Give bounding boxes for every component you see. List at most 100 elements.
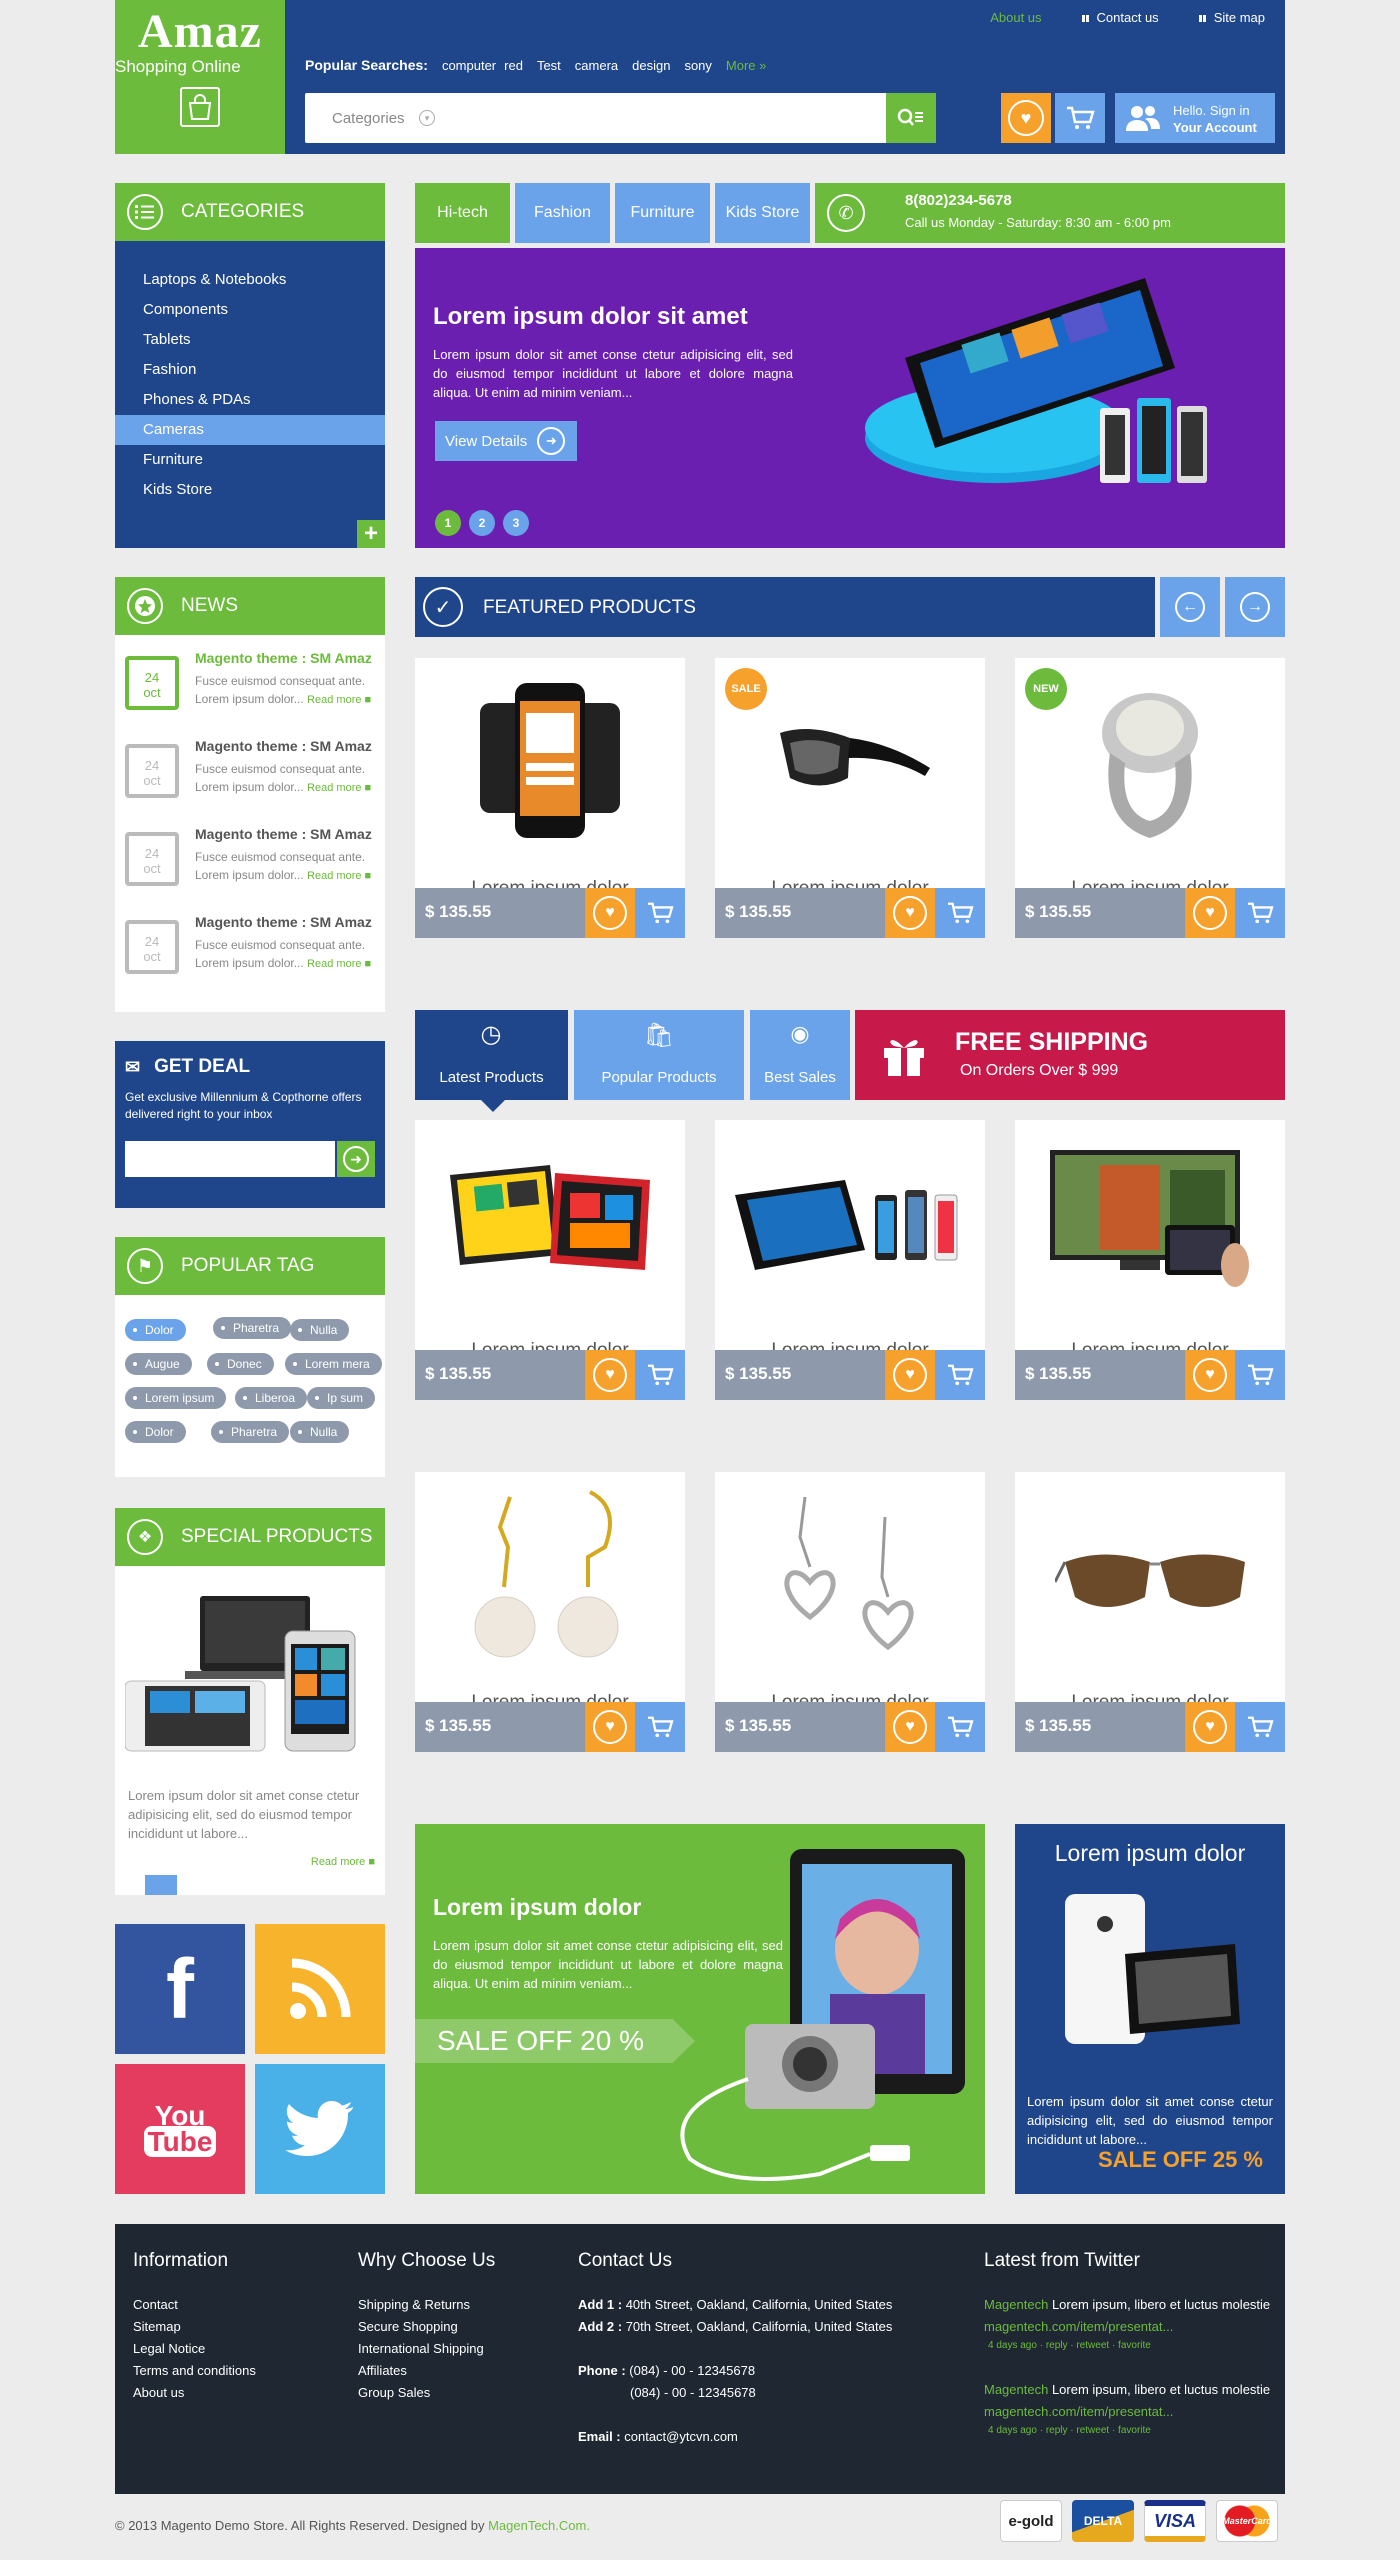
tab-best-sales[interactable]: ◉ Best Sales (750, 1010, 850, 1100)
add-to-wishlist-button[interactable]: ♥ (585, 888, 635, 938)
featured-next-button[interactable]: → (1225, 577, 1285, 637)
rss-button[interactable] (255, 1924, 385, 2054)
footer-link[interactable]: Contact (133, 2294, 256, 2316)
add-to-wishlist-button[interactable]: ♥ (1185, 888, 1235, 938)
add-to-cart-button[interactable] (635, 888, 685, 938)
account-button[interactable]: Hello. Sign in Your Account (1115, 93, 1275, 143)
product-card[interactable]: Lorem ipsum dolor $ 135.55 ♥ (415, 658, 685, 938)
tag-item[interactable]: Lorem mera (285, 1353, 382, 1375)
tag-item[interactable]: Lorem ipsum (125, 1387, 227, 1409)
footer-link[interactable]: Secure Shopping (358, 2316, 495, 2338)
search-term[interactable]: design (632, 58, 670, 73)
product-card[interactable]: Lorem ipsum dolor $ 135.55 ♥ (715, 1120, 985, 1400)
footer-link[interactable]: Shipping & Returns (358, 2294, 495, 2316)
news-item-title[interactable]: Magento theme : SM Amaz (195, 914, 372, 930)
category-item[interactable]: Tablets (115, 325, 385, 355)
tag-item[interactable]: Nulla (290, 1421, 350, 1443)
product-card[interactable]: NEW Lorem ipsum dolor $ 135.55 ♥ (1015, 658, 1285, 938)
footer-link[interactable]: Terms and conditions (133, 2360, 256, 2382)
devices-image[interactable] (125, 1586, 375, 1756)
contact-email[interactable]: contact@ytcvn.com (624, 2429, 738, 2444)
deal-email-input[interactable] (125, 1141, 335, 1177)
featured-prev-button[interactable]: ← (1160, 577, 1220, 637)
search-term[interactable]: Test (537, 58, 561, 73)
designer-link[interactable]: MagenTech.Com. (488, 2518, 590, 2533)
tag-item[interactable]: Nulla (290, 1319, 350, 1341)
slider-page-1[interactable]: 1 (435, 510, 461, 536)
search-term[interactable]: sony (684, 58, 711, 73)
add-to-wishlist-button[interactable]: ♥ (885, 888, 935, 938)
add-to-wishlist-button[interactable]: ♥ (885, 1702, 935, 1752)
about-us-link[interactable]: About us (990, 10, 1041, 25)
footer-link[interactable]: Sitemap (133, 2316, 256, 2338)
youtube-button[interactable]: You Tube (115, 2064, 245, 2194)
footer-link[interactable]: About us (133, 2382, 256, 2404)
search-term[interactable]: computer (442, 58, 496, 73)
add-to-cart-button[interactable] (635, 1350, 685, 1400)
tweet-user[interactable]: Magentech (984, 2297, 1048, 2312)
tweet-meta[interactable]: 4 days ago · reply · retweet · favorite (988, 2425, 1274, 2436)
cart-button[interactable] (1055, 93, 1105, 143)
add-to-cart-button[interactable] (935, 888, 985, 938)
add-to-wishlist-button[interactable]: ♥ (1185, 1350, 1235, 1400)
wishlist-button[interactable]: ♥ (1001, 93, 1051, 143)
add-to-wishlist-button[interactable]: ♥ (585, 1350, 635, 1400)
read-more-link[interactable]: Read more (307, 870, 361, 882)
tweet-meta[interactable]: 4 days ago · reply · retweet · favorite (988, 2340, 1274, 2351)
logo[interactable]: Amaz Shopping Online (115, 0, 285, 154)
add-to-cart-button[interactable] (635, 1702, 685, 1752)
site-map-link[interactable]: Site map (1198, 10, 1265, 25)
nav-tab-hi-tech[interactable]: Hi-tech (415, 183, 510, 243)
news-item-title[interactable]: Magento theme : SM Amaz (195, 650, 372, 666)
slider-indicator[interactable] (145, 1875, 177, 1895)
tab-popular-products[interactable]: 🛍 Popular Products (574, 1010, 744, 1100)
product-card[interactable]: Lorem ipsum dolor $ 135.55 ♥ (1015, 1472, 1285, 1752)
slider-page-3[interactable]: 3 (503, 510, 529, 536)
tag-item[interactable]: Dolor (125, 1319, 186, 1341)
more-searches-link[interactable]: More » (726, 58, 766, 73)
add-to-wishlist-button[interactable]: ♥ (585, 1702, 635, 1752)
facebook-button[interactable]: f (115, 1924, 245, 2054)
tag-item[interactable]: Donec (207, 1353, 274, 1375)
tag-item[interactable]: Dolor (125, 1421, 186, 1443)
nav-tab-fashion[interactable]: Fashion (515, 183, 610, 243)
promo-banner-phone[interactable]: Lorem ipsum dolor Lorem ipsum dolor sit … (1015, 1824, 1285, 2194)
tag-item[interactable]: Pharetra (213, 1317, 292, 1339)
read-more-link[interactable]: Read more (307, 782, 361, 794)
search-button[interactable] (886, 93, 936, 143)
category-item[interactable]: Furniture (115, 445, 385, 475)
expand-plus-icon[interactable]: + (357, 520, 385, 548)
product-card[interactable]: SALE Lorem ipsum dolor $ 135.55 ♥ (715, 658, 985, 938)
category-item[interactable]: Laptops & Notebooks (115, 265, 385, 295)
category-item-active[interactable]: Cameras (115, 415, 385, 445)
product-card[interactable]: Lorem ipsum dolor $ 135.55 ♥ (715, 1472, 985, 1752)
search-term[interactable]: camera (575, 58, 618, 73)
add-to-cart-button[interactable] (1235, 1350, 1285, 1400)
category-select[interactable]: Categories ▾ (305, 93, 435, 143)
view-details-button[interactable]: View Details ➜ (435, 421, 577, 461)
add-to-cart-button[interactable] (1235, 888, 1285, 938)
tag-item[interactable]: Augue (125, 1353, 192, 1375)
read-more-link[interactable]: Read more (307, 958, 361, 970)
news-item-title[interactable]: Magento theme : SM Amaz (195, 738, 372, 754)
slider-page-2[interactable]: 2 (469, 510, 495, 536)
deal-submit-button[interactable]: ➜ (337, 1141, 375, 1177)
nav-tab-furniture[interactable]: Furniture (615, 183, 710, 243)
footer-link[interactable]: Legal Notice (133, 2338, 256, 2360)
add-to-wishlist-button[interactable]: ♥ (885, 1350, 935, 1400)
search-input[interactable] (445, 93, 885, 143)
special-read-more-link[interactable]: Read more ■ (311, 1856, 375, 1868)
category-item[interactable]: Components (115, 295, 385, 325)
category-item[interactable]: Kids Store (115, 475, 385, 505)
product-card[interactable]: Lorem ipsum dolor $ 135.55 ♥ (415, 1120, 685, 1400)
tag-item[interactable]: Ip sum (307, 1387, 376, 1409)
news-item-title[interactable]: Magento theme : SM Amaz (195, 826, 372, 842)
product-card[interactable]: Lorem ipsum dolor $ 135.55 ♥ (415, 1472, 685, 1752)
tweet-user[interactable]: Magentech (984, 2382, 1048, 2397)
twitter-button[interactable] (255, 2064, 385, 2194)
tag-item[interactable]: Pharetra (211, 1421, 290, 1443)
read-more-link[interactable]: Read more (307, 694, 361, 706)
footer-link[interactable]: International Shipping (358, 2338, 495, 2360)
tweet-link[interactable]: magentech.com/item/presentat... (984, 2319, 1173, 2334)
footer-link[interactable]: Affiliates (358, 2360, 495, 2382)
